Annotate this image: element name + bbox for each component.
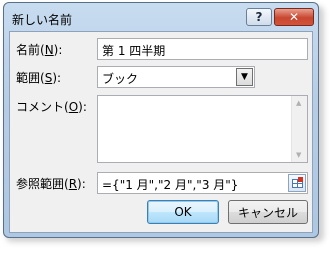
window-title: 新しい名前 xyxy=(12,13,73,27)
scroll-down-icon[interactable]: ▼ xyxy=(296,151,301,159)
refers-to-label: 参照範囲(R): xyxy=(16,177,86,191)
range-mark-glyph xyxy=(298,177,303,182)
range-select-icon[interactable] xyxy=(288,174,306,192)
help-icon: ? xyxy=(255,10,263,24)
refers-to-input[interactable]: ={"1 月","2 月","3 月"} xyxy=(97,172,308,194)
scroll-up-icon[interactable]: ▲ xyxy=(296,99,301,107)
refers-to-value: ={"1 月","2 月","3 月"} xyxy=(102,178,239,192)
ok-button[interactable]: OK xyxy=(147,200,219,224)
close-button[interactable]: ✕ xyxy=(274,8,314,26)
comment-textarea[interactable]: ▲ ▼ xyxy=(97,95,308,163)
comment-label: コメント(O): xyxy=(16,100,87,114)
name-input[interactable]: 第 1 四半期 xyxy=(97,38,308,60)
scope-label: 範囲(S): xyxy=(16,71,62,85)
cancel-button[interactable]: キャンセル xyxy=(228,200,308,224)
new-name-dialog: 新しい名前 ? ✕ 名前(N): 第 1 四半期 範囲(S): ブック ▼ コメ… xyxy=(3,2,319,238)
chevron-down-icon[interactable]: ▼ xyxy=(236,68,253,86)
scope-select[interactable]: ブック ▼ xyxy=(97,66,255,88)
ok-button-label: OK xyxy=(174,205,192,219)
comment-scrollbar[interactable]: ▲ ▼ xyxy=(291,96,307,162)
name-label: 名前(N): xyxy=(16,43,63,57)
scope-select-value: ブック xyxy=(102,72,139,86)
close-icon: ✕ xyxy=(288,10,300,24)
cancel-button-label: キャンセル xyxy=(237,205,298,220)
name-input-value: 第 1 四半期 xyxy=(102,44,166,58)
help-button[interactable]: ? xyxy=(246,8,272,26)
dialog-body: 名前(N): 第 1 四半期 範囲(S): ブック ▼ コメント(O): ▲ ▼… xyxy=(9,31,313,233)
